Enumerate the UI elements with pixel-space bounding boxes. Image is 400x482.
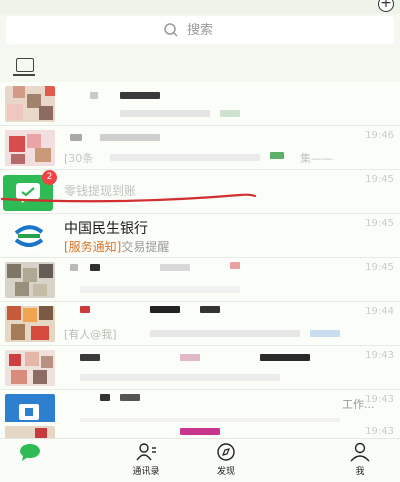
search-input[interactable] (187, 22, 237, 38)
blurred-preview (120, 110, 210, 117)
tab-discover[interactable]: 发现 (196, 442, 256, 477)
red-underline-annotation (0, 193, 257, 203)
blurred-preview (310, 330, 340, 337)
cmbc-logo-icon (13, 220, 45, 252)
search-icon (164, 23, 178, 37)
blurred-name (80, 354, 100, 361)
avatar (5, 350, 55, 386)
chat-item[interactable]: 19:44 [有人@我] (0, 302, 400, 346)
blurred-preview (80, 286, 240, 293)
blurred-name (200, 306, 220, 313)
blurred-name (180, 428, 220, 435)
blurred-name (120, 92, 160, 99)
tab-discover-label: 发现 (216, 467, 235, 477)
tab-contacts-label: 通讯录 (132, 467, 160, 477)
service-notice-tag: [服务通知] (64, 240, 122, 254)
person-icon (350, 442, 370, 462)
chat-time: 19:45 (365, 218, 394, 229)
avatar (4, 218, 54, 254)
chat-time: 19:44 (365, 306, 394, 317)
contacts-icon (136, 443, 156, 461)
blurred-name (150, 306, 180, 313)
tab-me[interactable]: 我 (330, 442, 390, 477)
computer-icon (13, 58, 35, 76)
chat-preview-text: 交易提醒 (121, 240, 170, 254)
blurred-name (70, 264, 78, 271)
tab-me-label: 我 (355, 467, 365, 477)
blurred-name (100, 134, 160, 141)
chat-name: 中国民生银行 (64, 221, 148, 237)
compass-icon (217, 443, 235, 461)
chat-item-cmbc[interactable]: 19:45 中国民生银行 [服务通知]交易提醒 (0, 214, 400, 258)
blurred-preview (80, 374, 280, 381)
chat-item[interactable]: 19:43 (0, 346, 400, 390)
blurred-name (80, 306, 90, 313)
unread-badge: 2 (42, 170, 57, 185)
chat-preview: [服务通知]交易提醒 (64, 238, 169, 255)
plus-icon[interactable]: + (378, 0, 394, 12)
avatar (5, 306, 55, 342)
chat-time: 19:46 (365, 130, 394, 141)
blurred-name (70, 134, 82, 141)
tab-chats[interactable] (0, 442, 60, 464)
chat-preview: [有人@我] (64, 328, 117, 341)
chat-item[interactable]: 19:46 [30条 集—— (0, 126, 400, 170)
bottom-tab-bar: 通讯录 发现 我 (0, 438, 400, 482)
blurred-name (230, 262, 240, 269)
chat-item[interactable]: 19:45 (0, 258, 400, 302)
blurred-name (120, 394, 140, 401)
blurred-name (160, 264, 190, 271)
chat-preview-end: 集—— (300, 152, 333, 165)
blurred-name (180, 354, 200, 361)
blurred-preview (150, 330, 300, 337)
blurred-name (90, 264, 100, 271)
blurred-preview (270, 152, 284, 159)
chat-preview-end: 工作... (342, 398, 375, 411)
blurred-preview (220, 110, 240, 117)
blurred-preview (110, 154, 260, 161)
avatar (5, 86, 55, 122)
blurred-name (260, 354, 310, 361)
chat-preview: [30条 (64, 152, 94, 165)
chat-time: 19:45 (365, 174, 394, 185)
tab-contacts[interactable]: 通讯录 (116, 442, 176, 477)
chat-item[interactable] (0, 82, 400, 126)
search-bar[interactable] (6, 16, 394, 44)
pc-login-row[interactable] (0, 50, 400, 80)
blurred-name (100, 394, 110, 401)
chat-time: 19:43 (365, 426, 394, 437)
avatar (5, 130, 55, 166)
top-bar: + (0, 0, 400, 14)
chat-bubble-icon (20, 444, 40, 461)
avatar (5, 262, 55, 298)
chat-time: 19:45 (365, 262, 394, 273)
chat-time: 19:43 (365, 350, 394, 361)
blurred-name (90, 92, 98, 99)
